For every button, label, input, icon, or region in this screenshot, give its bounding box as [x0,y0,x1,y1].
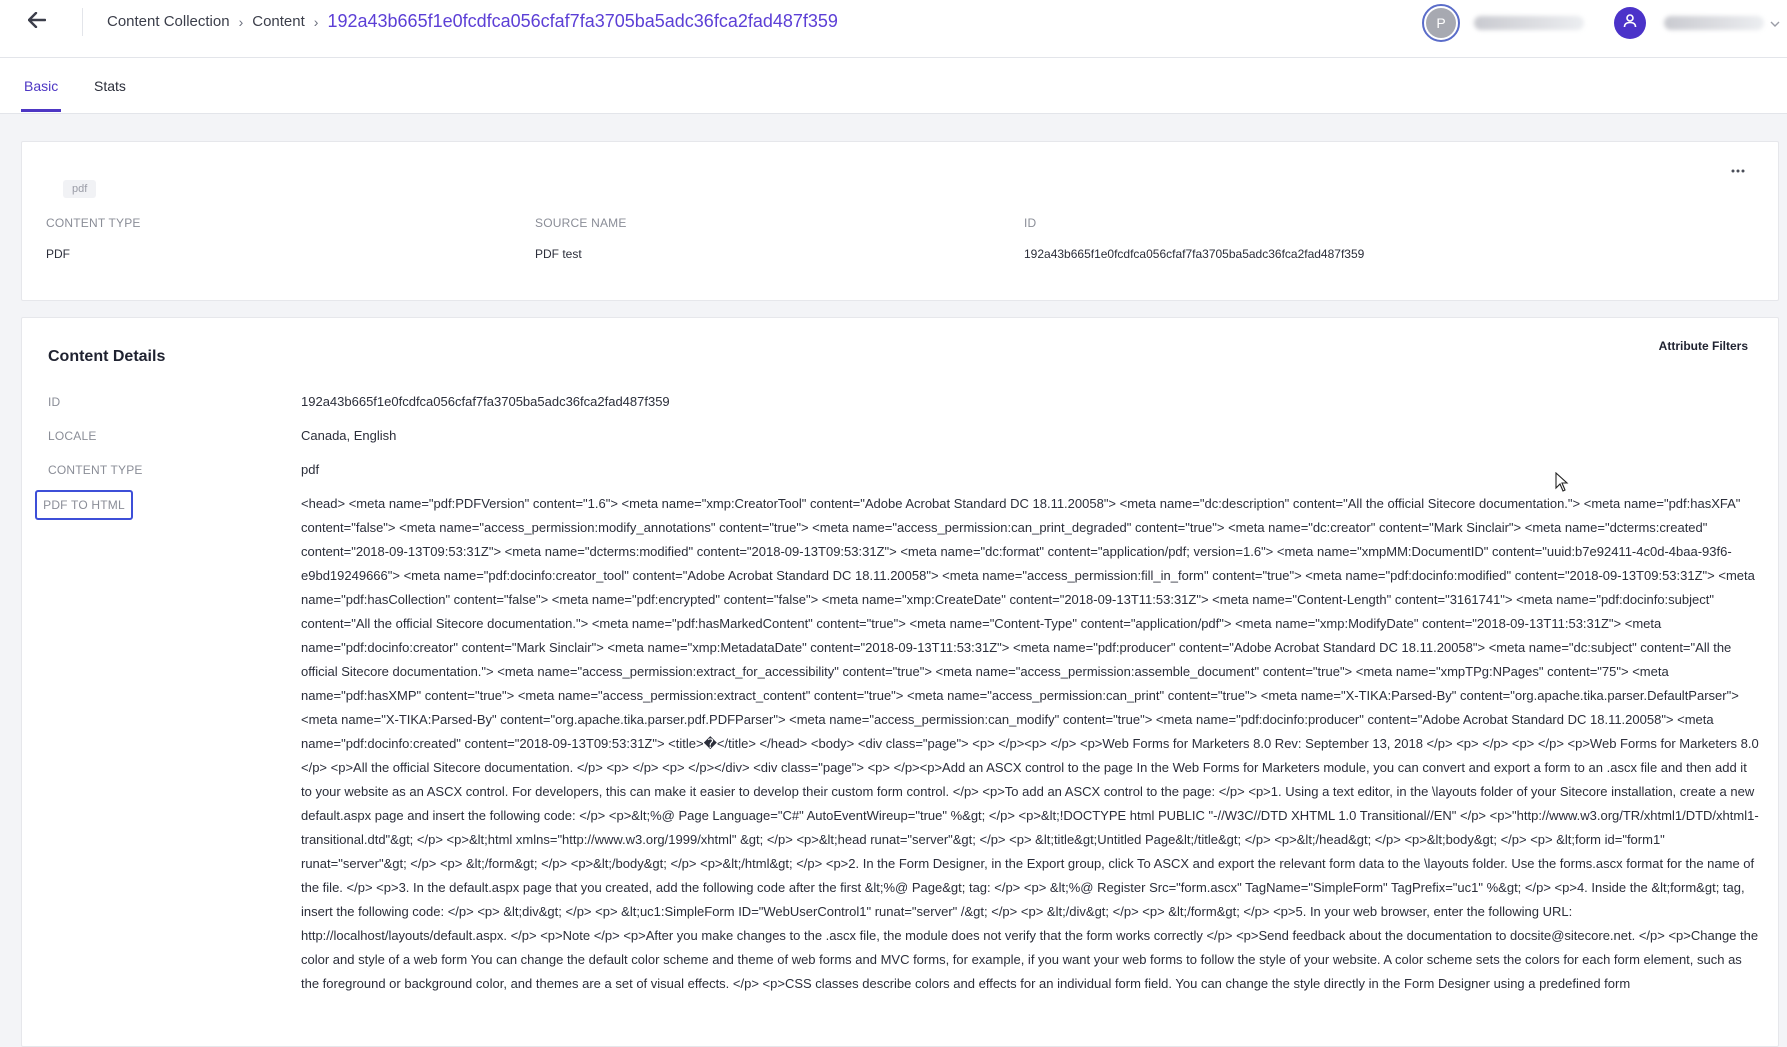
top-bar: Content Collection › Content › 192a43b66… [0,0,1787,58]
content-tag: pdf [63,180,97,198]
summary-card: pdf CONTENT TYPE PDF SOURCE NAME PDF tes… [21,141,1779,301]
project-avatar: P [1422,4,1460,42]
tab-basic[interactable]: Basic [21,78,62,112]
avatar-initial: P [1426,8,1456,38]
tab-stats[interactable]: Stats [94,78,126,109]
page-title: 192a43b665f1e0fcdfca056cfaf7fa3705ba5adc… [327,11,838,31]
breadcrumb-separator-icon: › [313,13,319,30]
breadcrumb-content[interactable]: Content [252,13,305,30]
tab-bar: Basic Stats [0,58,1787,114]
attribute-filters-button[interactable]: Attribute Filters [1659,339,1748,353]
detail-label-content-type: CONTENT TYPE [48,463,143,477]
breadcrumb-content-collection[interactable]: Content Collection [107,13,230,30]
detail-value-content-type: pdf [301,462,320,477]
source-name-label: SOURCE NAME [535,216,627,230]
breadcrumb: Content Collection › Content › 192a43b66… [107,11,838,32]
user-menu[interactable] [1614,7,1780,39]
user-icon [1622,13,1638,34]
detail-value-id: 192a43b665f1e0fcdfca056cfaf7fa3705ba5adc… [301,394,670,409]
header-divider [82,8,83,36]
detail-label-locale: LOCALE [48,429,97,443]
chevron-down-icon [1770,14,1780,32]
content-type-label: CONTENT TYPE [46,216,141,230]
more-horizontal-icon [1731,160,1745,178]
user-name-redacted [1664,16,1764,30]
arrow-left-icon [27,11,47,33]
pdf-to-html-value: <head> <meta name="pdf:PDFVersion" conte… [301,496,1759,991]
project-switcher[interactable]: P [1422,4,1584,42]
pdf-to-html-label[interactable]: PDF TO HTML [35,490,133,520]
content-type-value: PDF [46,247,70,261]
content-details-card: Content Details Attribute Filters ID 192… [21,317,1779,1047]
mouse-cursor-icon [1555,471,1569,497]
breadcrumb-separator-icon: › [238,13,244,30]
more-options-button[interactable] [1726,160,1750,178]
back-button[interactable] [22,10,52,34]
id-value: 192a43b665f1e0fcdfca056cfaf7fa3705ba5adc… [1024,247,1365,261]
project-name-redacted [1474,16,1584,30]
user-avatar [1614,7,1646,39]
source-name-value: PDF test [535,247,582,261]
id-label: ID [1024,216,1037,230]
detail-label-id: ID [48,395,61,409]
content-details-title: Content Details [48,348,166,365]
detail-value-locale: Canada, English [301,428,397,443]
